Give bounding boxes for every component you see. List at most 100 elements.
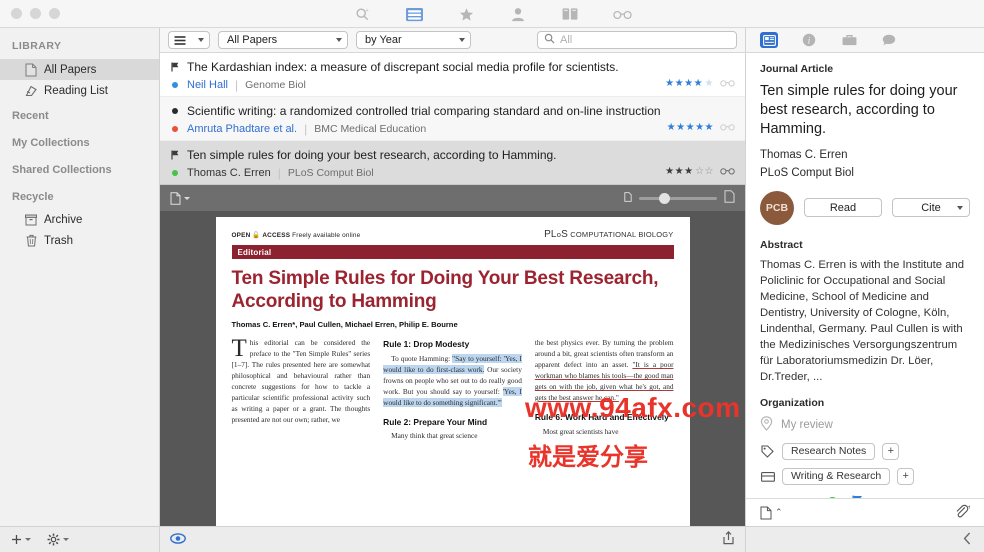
star-rating[interactable]: ★★★★★ [665, 78, 714, 89]
sidebar-section-shared-collections[interactable]: Shared Collections [0, 155, 159, 182]
search-plus-icon[interactable]: + [351, 5, 373, 23]
tab-info-panel[interactable] [760, 32, 778, 48]
rating-cell[interactable]: ★★★★★ [665, 76, 735, 90]
chevron-down-icon [957, 205, 963, 210]
zoom-in-icon[interactable] [724, 190, 735, 206]
archive-icon [24, 213, 38, 227]
pdf-body-text: Most great scientists have [542, 426, 619, 436]
paper-author[interactable]: Thomas C. Erren [187, 167, 271, 179]
toolbar-icons: + [0, 0, 984, 28]
zoom-button[interactable] [49, 8, 60, 19]
keyword-chip[interactable]: Research Notes [782, 442, 876, 460]
collection-filter-value: All Papers [227, 34, 278, 46]
flag-icon[interactable] [170, 62, 180, 72]
center-footer [160, 526, 745, 552]
paper-journal: BMC Medical Education [314, 123, 427, 135]
pdf-column-2: Rule 1: Drop Modesty To quote Hamming: "… [383, 339, 522, 441]
abstract-text: Thomas C. Erren is with the Institute an… [760, 258, 965, 383]
svg-text:+: + [365, 7, 368, 13]
chevron-down-icon [198, 38, 204, 42]
read-button[interactable]: Read [804, 198, 882, 218]
cite-label: Cite [921, 201, 941, 214]
status-dot[interactable] [170, 108, 180, 114]
minimize-button[interactable] [30, 8, 41, 19]
chevron-left-icon[interactable] [963, 532, 972, 548]
glasses-icon [720, 120, 735, 134]
table-row[interactable]: Ten simple rules for doing your best res… [160, 141, 745, 184]
pdf-rule-heading: Rule 1: Drop Modesty [383, 339, 470, 350]
add-keyword-button[interactable]: + [882, 442, 900, 460]
preview-eye-icon[interactable] [170, 532, 186, 547]
zoom-slider-handle[interactable] [659, 192, 670, 204]
tab-details[interactable]: i [800, 32, 818, 48]
sidebar-item-archive[interactable]: Archive [0, 209, 159, 230]
open-access-label: OPEN 🔓 ACCESS Freely available online [231, 231, 361, 239]
tab-supplements[interactable] [840, 32, 858, 48]
attach-icon[interactable]: + [954, 504, 972, 521]
sidebar-item-trash[interactable]: Trash [0, 230, 159, 251]
chevron-up-icon: ⌃ [775, 507, 783, 517]
sidebar-section-recent[interactable]: Recent [0, 101, 159, 128]
page-mode-button[interactable] [170, 191, 190, 205]
open-access-icon: 🔓 [252, 231, 261, 239]
collection-filter-select[interactable]: All Papers [218, 31, 348, 49]
status-dot[interactable] [170, 82, 180, 88]
close-button[interactable] [11, 8, 22, 19]
table-row[interactable]: The Kardashian index: a measure of discr… [160, 53, 745, 97]
status-dot[interactable] [170, 126, 180, 132]
paper-title: The Kardashian index: a measure of discr… [187, 60, 619, 74]
tab-notes[interactable] [880, 32, 898, 48]
flag-icon[interactable] [852, 495, 863, 498]
inspector-footer: ⌃ + [746, 498, 984, 526]
status-dot[interactable] [827, 497, 839, 498]
papers-app-window: + LIBRARY All Papers Reading List Recent… [0, 0, 984, 552]
zoom-control[interactable] [624, 190, 735, 206]
pdf-viewer[interactable]: OPEN 🔓 ACCESS Freely available online PL… [160, 211, 745, 526]
star-rating[interactable]: ★★★☆☆ [760, 496, 813, 498]
pdf-authors: Thomas C. Erren*, Paul Cullen, Michael E… [231, 320, 458, 330]
settings-button[interactable] [47, 533, 69, 546]
filter-bar: All Papers by Year [160, 28, 745, 53]
sidebar-item-all-papers[interactable]: All Papers [0, 59, 159, 80]
inspector-collapse-bar [746, 526, 984, 552]
rating-cell[interactable]: ★★★★★ [667, 120, 735, 134]
collection-chip[interactable]: Writing & Research [782, 467, 891, 485]
sidebar-section-recycle[interactable]: Recycle [0, 182, 159, 209]
add-button[interactable] [11, 534, 31, 545]
book-icon[interactable] [559, 5, 581, 23]
paper-author[interactable]: Neil Hall [187, 79, 228, 91]
paper-list[interactable]: The Kardashian index: a measure of discr… [160, 53, 745, 185]
star-icon[interactable] [455, 5, 477, 23]
my-review-row[interactable]: My review [760, 415, 970, 435]
flag-icon[interactable] [170, 150, 180, 160]
sidebar-item-label: All Papers [44, 63, 97, 76]
inspector-tabs: i [746, 28, 984, 53]
add-collection-button[interactable]: + [897, 467, 915, 485]
person-icon[interactable] [507, 5, 529, 23]
sidebar-section-my-collections[interactable]: My Collections [0, 128, 159, 155]
share-icon[interactable] [722, 531, 735, 548]
document-button[interactable]: ⌃ [760, 506, 783, 520]
library-icon[interactable] [403, 5, 425, 23]
rating-cell[interactable]: ★★★ ☆☆ [665, 164, 735, 178]
star-rating[interactable]: ★★★★★ [667, 122, 714, 133]
sidebar-item-reading-list[interactable]: Reading List [0, 80, 159, 101]
svg-text:+: + [968, 504, 970, 511]
zoom-out-icon[interactable] [624, 191, 632, 205]
document-icon [24, 63, 38, 77]
window-controls[interactable] [0, 8, 60, 19]
table-row[interactable]: Scientific writing: a randomized control… [160, 97, 745, 141]
glasses-icon[interactable] [611, 5, 633, 23]
search-input[interactable] [560, 34, 730, 46]
zoom-slider[interactable] [639, 192, 717, 204]
cite-button[interactable]: Cite [892, 198, 970, 218]
star-rating[interactable]: ★★★☆☆ [665, 166, 714, 177]
search-box[interactable] [537, 31, 737, 49]
drop-cap: T [231, 335, 247, 363]
status-dot[interactable] [170, 170, 180, 176]
pdf-toolbar [160, 185, 745, 211]
view-mode-button[interactable] [168, 31, 210, 49]
center-pane: All Papers by Year All The Kardashian in… [160, 28, 745, 552]
sort-filter-select[interactable]: by Year [356, 31, 471, 49]
paper-author[interactable]: Amruta Phadtare et al. [187, 123, 297, 135]
